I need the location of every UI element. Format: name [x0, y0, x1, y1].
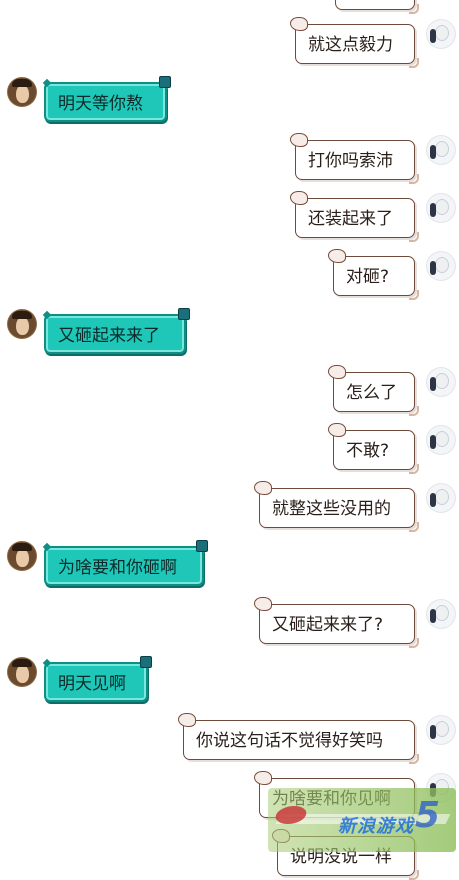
contact-message-bubble[interactable]: 又砸起来来了 — [44, 308, 190, 354]
contact-message-bubble[interactable]: 明天等你熬 — [44, 76, 171, 122]
partial-bubble[interactable] — [335, 0, 419, 14]
contact-avatar[interactable] — [8, 78, 36, 106]
my-avatar[interactable] — [427, 20, 455, 48]
my-avatar[interactable] — [427, 252, 455, 280]
my-avatar[interactable] — [427, 368, 455, 396]
my-avatar[interactable] — [427, 484, 455, 512]
my-message-bubble[interactable]: 还装起来了 — [290, 191, 419, 242]
my-message-bubble[interactable]: 就整这些没用的 — [254, 481, 419, 532]
chat-thread: 就这点毅力 明天等你熬 打你吗索沛 还装起来了 对砸? 又砸起来来了 怎么了 不… — [0, 0, 459, 880]
contact-avatar[interactable] — [8, 658, 36, 686]
my-message-bubble[interactable]: 你说这句话不觉得好笑吗 — [178, 713, 419, 764]
my-message-bubble[interactable]: 对砸? — [328, 249, 419, 300]
contact-message-bubble[interactable]: 明天见啊 — [44, 656, 152, 702]
my-message-bubble[interactable]: 打你吗索沛 — [290, 133, 419, 184]
my-avatar[interactable] — [427, 194, 455, 222]
contact-avatar[interactable] — [8, 310, 36, 338]
my-message-bubble[interactable]: 怎么了 — [328, 365, 419, 416]
watermark-brand-text: 新浪游戏 — [338, 816, 414, 837]
my-avatar[interactable] — [427, 716, 455, 744]
my-avatar[interactable] — [427, 600, 455, 628]
my-message-bubble[interactable]: 又砸起来来了? — [254, 597, 419, 648]
my-message-bubble[interactable]: 就这点毅力 — [290, 17, 419, 68]
my-message-bubble[interactable]: 不敢? — [328, 423, 419, 474]
contact-message-bubble[interactable]: 为啥要和你砸啊 — [44, 540, 208, 586]
my-avatar[interactable] — [427, 136, 455, 164]
my-avatar[interactable] — [427, 426, 455, 454]
contact-avatar[interactable] — [8, 542, 36, 570]
watermark-logo: 新浪游戏 5 — [268, 788, 456, 852]
watermark-number: 5 — [414, 795, 440, 836]
